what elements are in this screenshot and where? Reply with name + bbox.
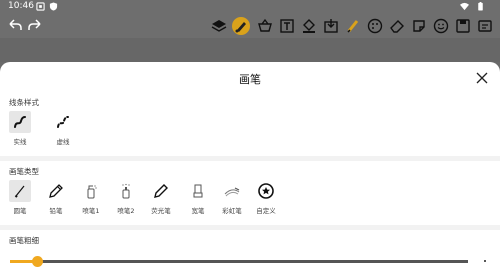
brush-size-slider-thumb[interactable] xyxy=(31,256,43,267)
save-icon xyxy=(456,19,470,33)
shield-icon xyxy=(49,2,58,11)
line-style-solid-label: 实线 xyxy=(13,138,27,146)
save-button[interactable] xyxy=(454,17,472,35)
line-style-solid[interactable]: 实线 xyxy=(6,111,34,146)
wifi-icon xyxy=(460,2,469,11)
emoji-tool-button[interactable] xyxy=(432,17,450,35)
pencil-icon xyxy=(49,184,63,198)
spray-brush-1-icon xyxy=(87,185,97,199)
smiley-icon xyxy=(433,18,449,34)
brush-size-max-dot xyxy=(484,260,486,262)
sticker-tool-button[interactable] xyxy=(410,17,428,35)
import-button[interactable] xyxy=(322,17,340,35)
battery-icon xyxy=(478,2,483,11)
brush-type-wide-label: 宽笔 xyxy=(191,207,205,215)
wide-brush-icon xyxy=(193,184,203,198)
brush-type-rainbow-label: 彩虹笔 xyxy=(222,207,242,215)
download-icon xyxy=(324,19,338,33)
section-divider xyxy=(0,225,500,230)
palette-icon xyxy=(367,18,383,34)
brush-type-highlighter-label: 荧光笔 xyxy=(151,207,171,215)
custom-brush-icon xyxy=(258,183,274,199)
notification-icon xyxy=(36,2,45,11)
drawing-canvas[interactable] xyxy=(0,38,500,62)
highlighter-icon xyxy=(154,184,168,198)
line-style-dashed[interactable]: 虚线 xyxy=(49,111,77,146)
brush-tool-button[interactable] xyxy=(232,17,250,35)
section-divider xyxy=(0,156,500,161)
brush-type-custom[interactable]: 自定义 xyxy=(252,180,280,215)
redo-button[interactable] xyxy=(26,17,44,35)
text-tool-button[interactable] xyxy=(278,17,296,35)
shape-tool-button[interactable] xyxy=(256,17,274,35)
marker-tool-button[interactable] xyxy=(344,17,362,35)
sheet-title: 画笔 xyxy=(239,73,261,86)
line-style-dashed-label: 虚线 xyxy=(56,138,70,146)
undo-button[interactable] xyxy=(6,17,24,35)
color-palette-button[interactable] xyxy=(366,17,384,35)
solid-line-icon xyxy=(14,116,26,128)
brush-type-round[interactable]: 圆笔 xyxy=(6,180,34,215)
dashed-line-icon xyxy=(57,116,69,128)
more-button[interactable] xyxy=(476,17,494,35)
eraser-tool-button[interactable] xyxy=(388,17,406,35)
layers-icon xyxy=(211,20,227,32)
round-brush-icon xyxy=(14,185,25,198)
undo-icon xyxy=(9,19,22,30)
app-toolbar xyxy=(0,14,500,38)
brush-type-pencil-label: 铅笔 xyxy=(49,207,63,215)
brush-type-custom-label: 自定义 xyxy=(256,207,276,215)
brush-type-wide[interactable]: 宽笔 xyxy=(184,180,212,215)
close-icon[interactable] xyxy=(474,70,490,86)
brush-type-round-label: 圆笔 xyxy=(13,207,27,215)
status-time: 10:46 xyxy=(8,1,34,11)
layers-button[interactable] xyxy=(210,17,228,35)
brush-type-pencil[interactable]: 铅笔 xyxy=(42,180,70,215)
brush-type-label: 画笔类型 xyxy=(9,167,39,176)
brush-size-slider-track[interactable] xyxy=(24,260,468,263)
sticker-icon xyxy=(413,20,425,32)
brush-type-spray-1[interactable]: 喷笔1 xyxy=(77,180,105,215)
brush-size-label: 画笔粗细 xyxy=(9,236,39,245)
brush-type-spray-2-label: 喷笔2 xyxy=(117,207,135,215)
brush-type-highlighter[interactable]: 荧光笔 xyxy=(147,180,175,215)
paint-bucket-icon xyxy=(303,19,315,33)
fill-tool-button[interactable] xyxy=(300,17,318,35)
eraser-icon xyxy=(390,20,404,33)
status-bar: 10:46 xyxy=(0,0,500,14)
rainbow-brush-icon xyxy=(224,187,240,197)
line-style-label: 线条样式 xyxy=(9,98,39,107)
brush-type-spray-1-label: 喷笔1 xyxy=(82,207,100,215)
brush-icon xyxy=(235,22,246,33)
brush-settings-sheet: 画笔 线条样式 实线 虚线 画笔类型 圆笔 铅笔 喷笔1 喷笔2 荧光笔 宽笔 … xyxy=(0,62,500,280)
redo-icon xyxy=(28,19,41,30)
text-icon xyxy=(280,19,294,33)
brush-type-rainbow[interactable]: 彩虹笔 xyxy=(218,180,246,215)
basket-icon xyxy=(258,18,272,32)
marker-icon xyxy=(347,20,359,33)
spray-brush-2-icon xyxy=(122,183,130,199)
brush-type-spray-2[interactable]: 喷笔2 xyxy=(112,180,140,215)
more-icon xyxy=(478,20,492,32)
